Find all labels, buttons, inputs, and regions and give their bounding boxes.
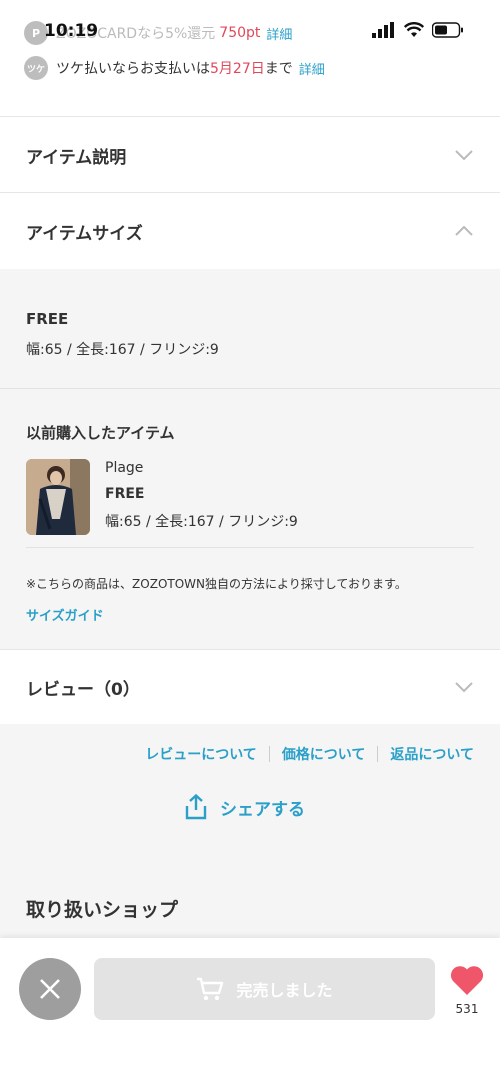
share-button[interactable]: シェアする bbox=[184, 794, 305, 820]
chevron-up-icon bbox=[455, 225, 473, 236]
review-info-link[interactable]: レビューについて bbox=[145, 744, 257, 764]
status-icons bbox=[372, 22, 464, 38]
accordion-title: アイテム説明 bbox=[26, 147, 127, 168]
tsuke-text-after: まで bbox=[264, 61, 293, 77]
chevron-down-icon bbox=[455, 150, 473, 161]
size-guide-link[interactable]: サイズガイド bbox=[26, 605, 104, 624]
tsuke-detail-link[interactable]: 詳細 bbox=[299, 59, 325, 78]
accordion-item-description[interactable]: アイテム説明 bbox=[0, 117, 500, 193]
heart-icon bbox=[450, 966, 484, 995]
tsuke-promo: ツケ ツケ払いならお支払いは 5月27日 まで 詳細 bbox=[24, 56, 325, 80]
previous-item-thumbnail[interactable] bbox=[26, 459, 90, 535]
zozocard-detail-link[interactable]: 詳細 bbox=[266, 24, 292, 43]
accordion-title: アイテムサイズ bbox=[26, 223, 143, 244]
tsuke-date: 5月27日 bbox=[210, 61, 265, 77]
share-label: シェアする bbox=[220, 799, 305, 820]
favorite-button[interactable]: 531 bbox=[448, 964, 486, 1016]
size-label: FREE bbox=[26, 310, 69, 328]
cart-icon bbox=[197, 977, 224, 1001]
link-separator bbox=[268, 746, 270, 762]
signal-icon bbox=[372, 22, 394, 38]
chevron-down-icon bbox=[455, 682, 473, 693]
shop-heading: 取り扱いショップ bbox=[26, 899, 179, 921]
divider bbox=[26, 547, 474, 548]
size-dimensions: 幅:65 / 全長:167 / フリンジ:9 bbox=[26, 342, 219, 358]
accordion-review[interactable]: レビュー（0） bbox=[0, 650, 500, 724]
info-links: レビューについて 価格について 返品について bbox=[145, 744, 474, 764]
divider bbox=[0, 388, 500, 389]
bottom-action-bar: 完売しました 531 bbox=[0, 938, 500, 1080]
accordion-item-size[interactable]: アイテムサイズ bbox=[0, 193, 500, 269]
price-info-link[interactable]: 価格について bbox=[282, 744, 366, 764]
previous-item-dimensions: 幅:65 / 全長:167 / フリンジ:9 bbox=[105, 514, 298, 530]
favorite-count: 531 bbox=[455, 1002, 479, 1016]
close-icon bbox=[40, 979, 60, 999]
tsuke-text-before: ツケ払いならお支払いは bbox=[56, 61, 210, 77]
wifi-icon bbox=[404, 22, 424, 37]
sold-out-button[interactable]: 完売しました bbox=[94, 958, 435, 1020]
close-button[interactable] bbox=[19, 958, 81, 1020]
previous-item-size: FREE bbox=[105, 486, 145, 502]
sold-out-label: 完売しました bbox=[236, 981, 333, 1000]
share-icon bbox=[185, 794, 207, 820]
tsuke-badge: ツケ bbox=[24, 56, 48, 80]
battery-icon bbox=[432, 22, 463, 38]
size-measurement-note: ※こちらの商品は、ZOZOTOWN独自の方法により採寸しております。 bbox=[26, 577, 407, 591]
status-time: 10:19 bbox=[44, 21, 99, 41]
points-value: 750pt bbox=[219, 25, 261, 41]
accordion-title: レビュー（0） bbox=[26, 679, 140, 700]
previous-purchase-heading: 以前購入したアイテム bbox=[26, 424, 175, 442]
previous-item-brand: Plage bbox=[105, 460, 144, 476]
return-info-link[interactable]: 返品について bbox=[390, 744, 474, 764]
link-separator bbox=[377, 746, 379, 762]
